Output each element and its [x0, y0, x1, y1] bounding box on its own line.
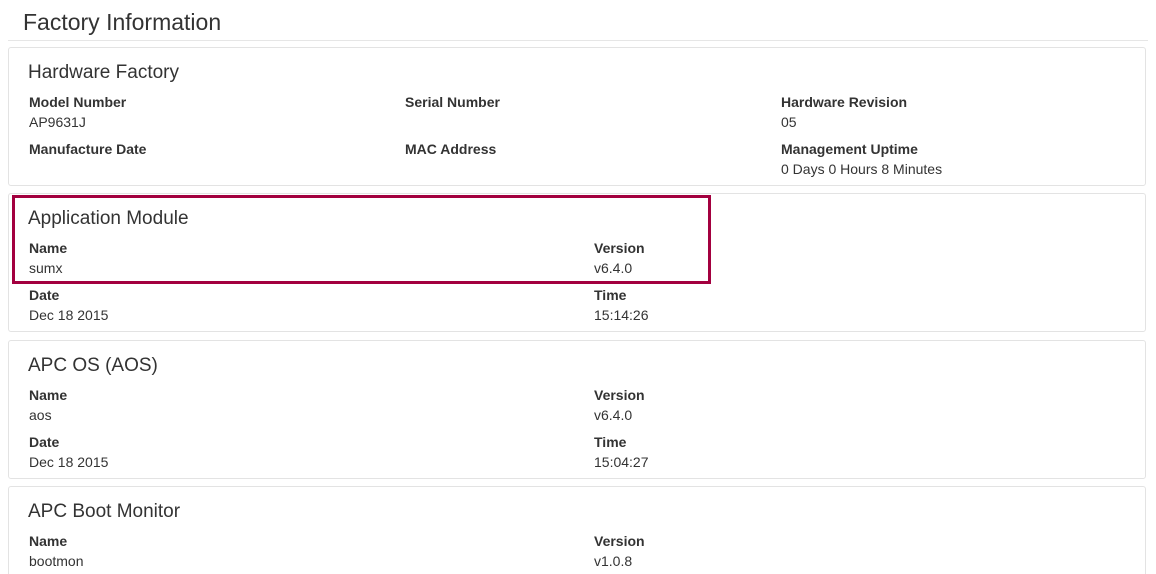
model-number-value: AP9631J	[29, 114, 86, 130]
application-version-label: Version	[594, 240, 645, 256]
serial-number-label: Serial Number	[405, 94, 500, 110]
aos-version-value: v6.4.0	[594, 407, 633, 423]
aos-name-value: aos	[29, 407, 52, 423]
manufacture-date-label: Manufacture Date	[29, 141, 147, 157]
application-module-panel: Application Module Name sumx Version v6.…	[8, 193, 1146, 332]
application-version-value: v6.4.0	[594, 260, 633, 276]
aos-version-label: Version	[594, 387, 645, 403]
bootmon-name-label: Name	[29, 533, 68, 549]
bootmon-version-label: Version	[594, 533, 645, 549]
mac-address-label: MAC Address	[405, 141, 497, 157]
bootmon-version-value: v1.0.8	[594, 553, 633, 569]
application-time-value: 15:14:26	[594, 307, 649, 323]
boot-monitor-title: APC Boot Monitor	[28, 501, 181, 522]
aos-time-value: 15:04:27	[594, 454, 649, 470]
page-title: Factory Information	[23, 9, 222, 35]
aos-name-label: Name	[29, 387, 68, 403]
model-number-label: Model Number	[29, 94, 127, 110]
hardware-factory-panel: Hardware Factory Model Number AP9631J Se…	[8, 47, 1146, 186]
application-date-label: Date	[29, 287, 60, 303]
title-divider	[8, 40, 1148, 41]
application-date-value: Dec 18 2015	[29, 307, 109, 323]
application-name-value: sumx	[29, 260, 63, 276]
application-module-title: Application Module	[28, 208, 189, 229]
hardware-factory-title: Hardware Factory	[28, 62, 179, 83]
aos-time-label: Time	[594, 434, 627, 450]
apc-os-title: APC OS (AOS)	[28, 355, 158, 376]
bootmon-name-value: bootmon	[29, 553, 84, 569]
aos-date-value: Dec 18 2015	[29, 454, 109, 470]
management-uptime-label: Management Uptime	[781, 141, 918, 157]
hardware-revision-label: Hardware Revision	[781, 94, 908, 110]
management-uptime-value: 0 Days 0 Hours 8 Minutes	[781, 161, 943, 177]
hardware-revision-value: 05	[781, 114, 797, 130]
apc-os-panel: APC OS (AOS) Name aos Version v6.4.0 Dat…	[8, 340, 1146, 479]
aos-date-label: Date	[29, 434, 60, 450]
application-time-label: Time	[594, 287, 627, 303]
apc-boot-monitor-panel: APC Boot Monitor Name bootmon Version v1…	[8, 486, 1146, 574]
application-name-label: Name	[29, 240, 68, 256]
